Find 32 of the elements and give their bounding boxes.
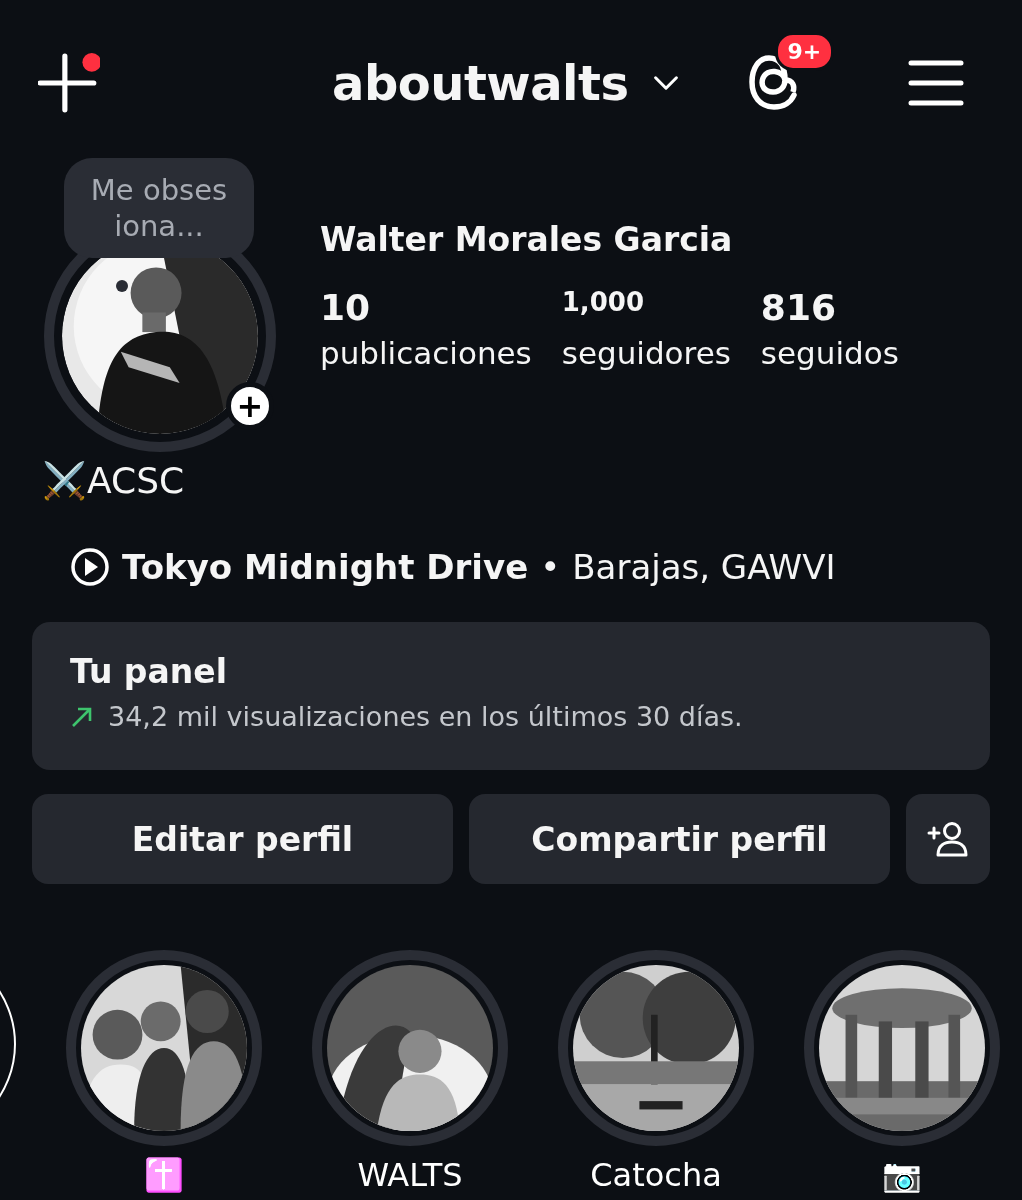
panel-title: Tu panel — [70, 652, 228, 691]
account-username[interactable]: aboutwalts — [332, 55, 629, 111]
music-track[interactable]: Tokyo Midnight Drive — [122, 547, 529, 587]
play-icon[interactable] — [70, 547, 110, 587]
chevron-down-icon[interactable] — [652, 75, 679, 91]
note-text: Me obsesiona... — [89, 172, 229, 244]
profile-button[interactable]: Compartir perfil — [469, 794, 890, 884]
highlight-ring[interactable] — [312, 950, 508, 1146]
menu-icon[interactable] — [908, 59, 964, 107]
stat-count[interactable]: 10 — [320, 287, 532, 335]
highlight-ring[interactable] — [558, 950, 754, 1146]
highlight-label[interactable]: ✝ — [144, 1156, 184, 1194]
stat-label[interactable]: seguidores — [561, 335, 731, 371]
stat-count[interactable]: 1,000 — [561, 287, 731, 335]
stat-label[interactable]: publicaciones — [320, 335, 532, 371]
stat-label[interactable]: seguidos — [760, 335, 899, 371]
profile-button[interactable]: Editar perfil — [32, 794, 453, 884]
views-summary: 34,2 mil visualizaciones en los últimos 30 días. — [108, 701, 743, 732]
bio-name: ⚔ACSC — [41, 459, 186, 503]
highlight-label[interactable]: Catocha — [590, 1156, 722, 1194]
profile-name: Walter Morales Garcia — [320, 220, 734, 259]
stat-count[interactable]: 816 — [760, 287, 899, 335]
highlight-ring[interactable] — [804, 950, 1000, 1146]
music-artist[interactable]: Barajas, GAWVI — [572, 547, 836, 587]
add-person-icon — [926, 821, 970, 857]
separator-dot: • — [540, 547, 561, 587]
create-plus-icon[interactable] — [38, 52, 100, 114]
highlight-label[interactable]: WALTS — [357, 1156, 463, 1194]
dashboard-card[interactable]: Tu panel 34,2 mil visualizaciones en los últimos 30 días. — [32, 622, 990, 770]
highlight-ring[interactable] — [66, 950, 262, 1146]
add-person-button[interactable] — [906, 794, 990, 884]
note-bubble[interactable]: Me obsesiona... — [64, 158, 254, 258]
